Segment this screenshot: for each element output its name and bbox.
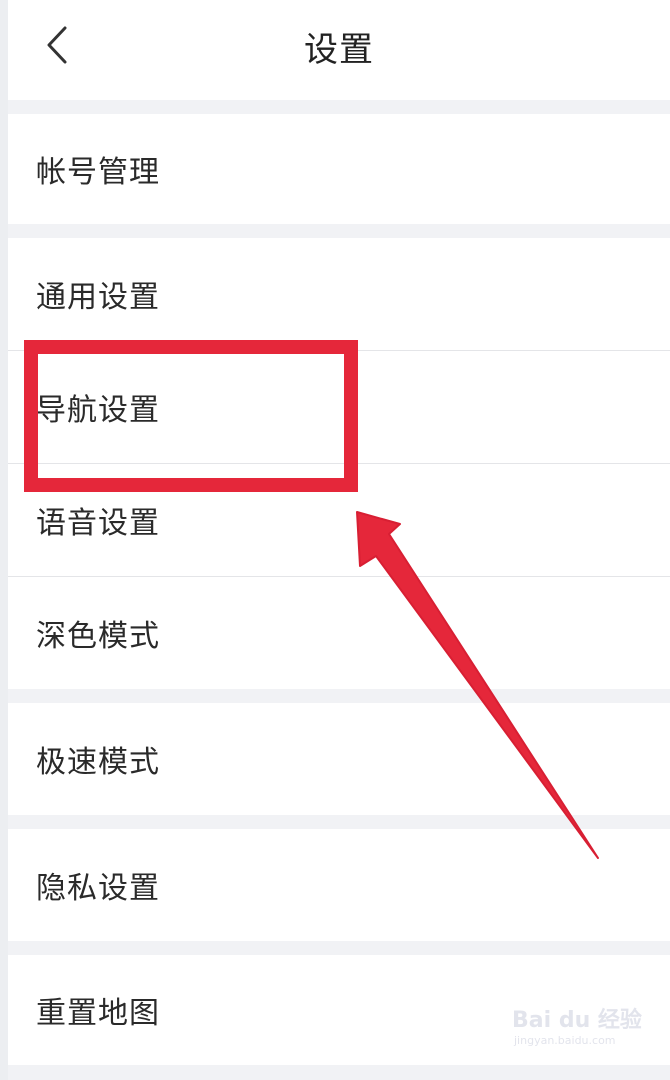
settings-item-voice[interactable]: 语音设置 xyxy=(8,464,670,576)
settings-item-reset-map[interactable]: 重置地图 xyxy=(8,955,670,1065)
settings-item-privacy[interactable]: 隐私设置 xyxy=(8,829,670,941)
settings-item-label: 重置地图 xyxy=(36,996,160,1031)
settings-item-label: 隐私设置 xyxy=(36,871,160,906)
settings-item-general[interactable]: 通用设置 xyxy=(8,238,670,350)
section-gap xyxy=(8,1065,670,1080)
settings-item-label: 深色模式 xyxy=(36,619,160,654)
header-bar: 设置 xyxy=(8,0,670,100)
section-gap xyxy=(8,224,670,238)
settings-item-label: 帐号管理 xyxy=(36,155,160,190)
settings-item-dark-mode[interactable]: 深色模式 xyxy=(8,577,670,689)
page-title: 设置 xyxy=(304,30,374,70)
chevron-left-icon xyxy=(45,25,69,69)
settings-item-label: 通用设置 xyxy=(36,280,160,315)
section-gap xyxy=(8,100,670,114)
section-gap xyxy=(8,689,670,703)
settings-item-label: 极速模式 xyxy=(36,745,160,780)
settings-item-account[interactable]: 帐号管理 xyxy=(8,114,670,224)
section-gap xyxy=(8,815,670,829)
settings-item-label: 语音设置 xyxy=(36,506,160,541)
section-gap xyxy=(8,941,670,955)
settings-item-speed-mode[interactable]: 极速模式 xyxy=(8,703,670,815)
settings-screen: 设置 帐号管理 通用设置 导航设置 语音设置 深色模式 极速模式 隐私设置 重置… xyxy=(0,0,670,1080)
settings-item-navigation[interactable]: 导航设置 xyxy=(8,351,670,463)
back-button[interactable] xyxy=(32,22,82,72)
settings-item-label: 导航设置 xyxy=(36,393,160,428)
